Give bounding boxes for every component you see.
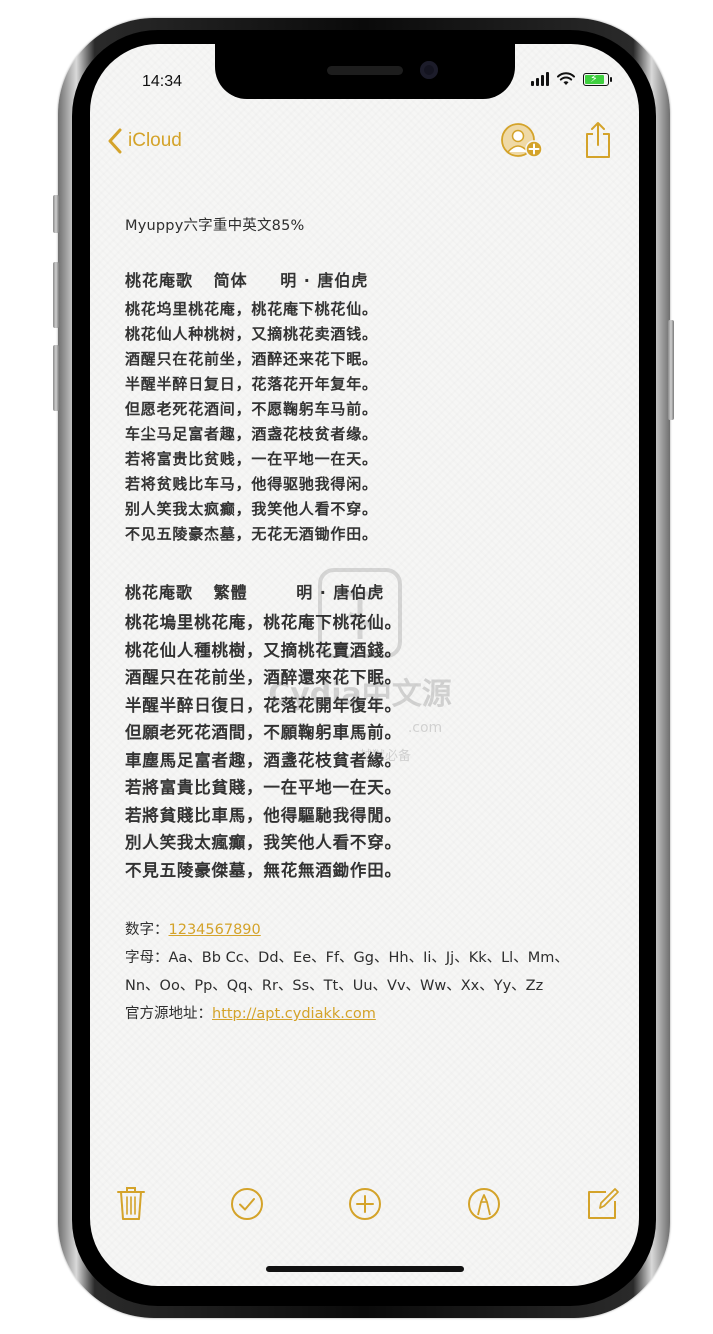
add-button[interactable] (348, 1184, 382, 1226)
share-icon (586, 122, 610, 158)
source-row: 官方源地址：http://apt.cydiakk.com (125, 1000, 615, 1028)
poem-heading: 桃花庵歌 简体 明 · 唐伯虎 (125, 267, 615, 291)
poem-variant: 繁體 (213, 583, 248, 602)
home-indicator[interactable] (266, 1266, 464, 1272)
poem-simplified: 桃花庵歌 简体 明 · 唐伯虎 桃花坞里桃花庵，桃花庵下桃花仙。 桃花仙人种桃树… (125, 267, 615, 547)
poem-line: 半醒半醉日復日，花落花開年復年。 (125, 695, 402, 715)
poem-line: 桃花仙人種桃樹，又摘桃花賣酒錢。 (125, 640, 402, 660)
poem-line: 酒醒只在花前坐，酒醉还来花下眠。 (125, 350, 378, 368)
source-label: 官方源地址： (125, 1006, 212, 1022)
poem-author: 明 · 唐伯虎 (296, 583, 385, 602)
poem-line: 车尘马足富者趣，酒盏花枝贫者缘。 (125, 425, 378, 443)
power-button (668, 320, 674, 420)
volume-up-button (53, 262, 59, 328)
poem-title: 桃花庵歌 (125, 583, 194, 602)
delete-button[interactable] (116, 1184, 146, 1226)
poem-heading: 桃花庵歌 繁體 明 · 唐伯虎 (125, 579, 615, 603)
speaker (327, 66, 403, 75)
cellular-signal-icon (531, 72, 549, 86)
trash-icon (117, 1187, 145, 1220)
digits-link[interactable]: 1234567890 (169, 922, 261, 938)
chevron-left-icon (108, 128, 122, 154)
poem-line: 桃花坞里桃花庵，桃花庵下桃花仙。 (125, 300, 378, 318)
poem-traditional: 桃花庵歌 繁體 明 · 唐伯虎 桃花塢里桃花庵，桃花庵下桃花仙。 桃花仙人種桃樹… (125, 579, 615, 884)
poem-line: 車塵馬足富者趣，酒盞花枝貧者緣。 (125, 750, 402, 770)
poem-line: 半醒半醉日复日，花落花开年复年。 (125, 375, 378, 393)
letters-line-2: Nn、Oo、Pp、Qq、Rr、Ss、Tt、Uu、Vv、Ww、Xx、Yy、Zz (125, 978, 544, 994)
letters-row: 字母：Aa、Bb Cc、Dd、Ee、Ff、Gg、Hh、Ii、Jj、Kk、Ll、M… (125, 944, 615, 972)
digits-row: 数字：1234567890 (125, 916, 615, 944)
back-label: iCloud (128, 130, 182, 151)
wifi-icon (557, 72, 575, 85)
compose-button[interactable] (586, 1184, 620, 1226)
markup-icon (468, 1188, 500, 1220)
poem-title: 桃花庵歌 (125, 271, 194, 290)
compose-icon (588, 1188, 619, 1219)
source-link[interactable]: http://apt.cydiakk.com (212, 1006, 376, 1022)
checklist-button[interactable] (230, 1184, 264, 1226)
front-camera (420, 61, 438, 79)
add-people-icon (501, 123, 543, 158)
silent-switch (53, 195, 59, 233)
poem-line: 但願老死花酒間，不願鞠躬車馬前。 (125, 723, 402, 742)
poem-line: 不见五陵豪杰墓，无花无酒锄作田。 (125, 525, 378, 543)
poem-line: 若将富贵比贫贱，一在平地一在天。 (125, 450, 378, 468)
poem-line: 若将贫贱比车马，他得驱驰我得闲。 (125, 475, 378, 493)
markup-button[interactable] (467, 1184, 501, 1226)
battery-charging-icon: ⚡ (583, 72, 612, 86)
volume-down-button (53, 345, 59, 411)
poem-line: 別人笑我太瘋癲，我笑他人看不穿。 (125, 833, 402, 852)
poem-variant: 简体 (213, 271, 248, 290)
screen: 14:34 ⚡ iCloud Cydia中文源 .com 越狱必备 Myuppy… (90, 44, 639, 1286)
letters-line-1: Aa、Bb Cc、Dd、Ee、Ff、Gg、Hh、Ii、Jj、Kk、Ll、Mm、 (168, 950, 569, 966)
back-button[interactable]: iCloud (108, 128, 182, 154)
share-button[interactable] (584, 120, 612, 164)
poem-line: 若將貧賤比車馬，他得驅馳我得閒。 (125, 805, 402, 825)
poem-line: 酒醒只在花前坐，酒醉還來花下眠。 (125, 668, 402, 687)
letters-label: 字母： (125, 950, 169, 966)
note-body[interactable]: Myuppy六字重中英文85% 桃花庵歌 简体 明 · 唐伯虎 桃花坞里桃花庵，… (125, 214, 615, 1028)
poem-line: 若將富貴比貧賤，一在平地一在天。 (125, 778, 402, 797)
status-icons: ⚡ (531, 72, 612, 86)
notch (215, 44, 515, 99)
digits-label: 数字： (125, 922, 169, 938)
poem-line: 桃花仙人种桃树，又摘桃花卖酒钱。 (125, 325, 378, 343)
bottom-toolbar (90, 1184, 639, 1228)
font-title: Myuppy六字重中英文85% (125, 218, 305, 234)
poem-line: 但愿老死花酒间，不愿鞠躬车马前。 (125, 400, 378, 418)
poem-line: 不見五陵豪傑墓，無花無酒鋤作田。 (125, 860, 402, 880)
poem-line: 桃花塢里桃花庵，桃花庵下桃花仙。 (125, 613, 402, 632)
add-icon (349, 1188, 381, 1220)
checklist-icon (231, 1188, 263, 1220)
status-time: 14:34 (142, 73, 183, 90)
add-people-button[interactable] (500, 122, 548, 166)
poem-author: 明 · 唐伯虎 (280, 271, 369, 290)
poem-line: 别人笑我太疯癫，我笑他人看不穿。 (125, 500, 378, 518)
